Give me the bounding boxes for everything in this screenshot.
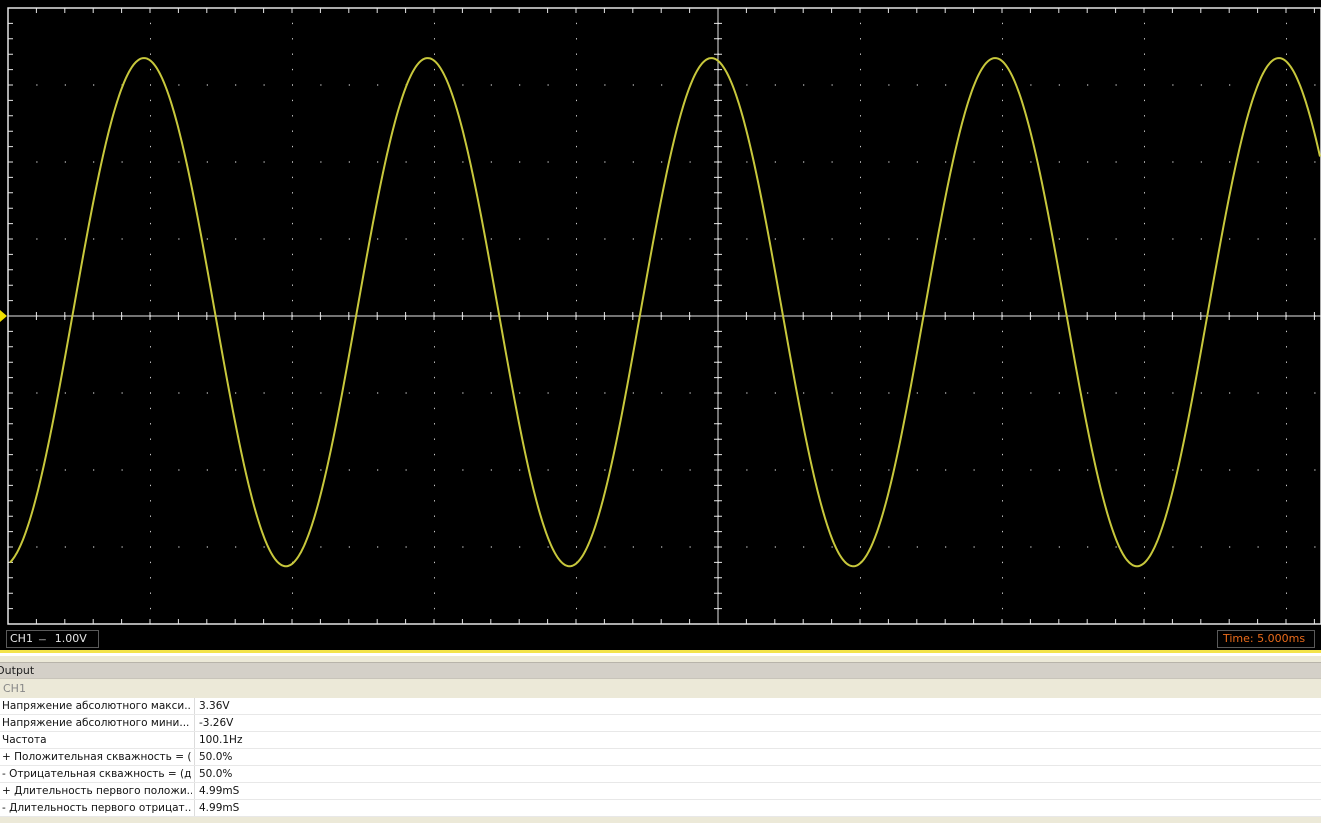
timebase-badge[interactable]: Time: 5.000ms <box>1217 630 1315 648</box>
measurement-row[interactable]: + Длительность первого положи... 4.99mS <box>0 783 1321 800</box>
measurement-value: 50.0% <box>199 768 233 780</box>
oscilloscope-display[interactable] <box>0 0 1321 628</box>
column-separator <box>194 698 195 714</box>
measurement-value: -3.26V <box>199 717 234 729</box>
timebase-label: Time: 5.000ms <box>1223 632 1306 645</box>
measurement-row[interactable]: + Положительная скважность = (... 50.0% <box>0 749 1321 766</box>
channel-group-row[interactable]: CH1 <box>0 679 1321 698</box>
channel-scale-badge[interactable]: CH1 --- 1.00V <box>6 630 99 648</box>
column-separator <box>194 800 195 816</box>
measurement-name: + Длительность первого положи... <box>2 785 192 797</box>
channel-group-label: CH1 <box>3 682 26 695</box>
output-panel-header: Output <box>0 662 1321 679</box>
measurement-name: - Отрицательная скважность = (д... <box>2 768 192 780</box>
dc-coupling-icon: --- <box>38 635 46 645</box>
measurement-value: 4.99mS <box>199 802 240 814</box>
measurement-row[interactable]: Напряжение абсолютного мини... -3.26V <box>0 715 1321 732</box>
column-separator <box>194 766 195 782</box>
measurement-name: Напряжение абсолютного макси... <box>2 700 192 712</box>
measurement-name: - Длительность первого отрицат... <box>2 802 192 814</box>
column-separator <box>194 715 195 731</box>
measurement-row[interactable]: - Отрицательная скважность = (д... 50.0% <box>0 766 1321 783</box>
measurement-name: Частота <box>2 734 47 746</box>
measurements-table: Напряжение абсолютного макси... 3.36V Напр… <box>0 698 1321 817</box>
status-bar: CH1 --- 1.00V Time: 5.000ms <box>0 628 1321 650</box>
measurement-name: + Положительная скважность = (... <box>2 751 192 763</box>
measurement-value: 3.36V <box>199 700 230 712</box>
column-separator <box>194 732 195 748</box>
measurement-row[interactable]: - Длительность первого отрицат... 4.99mS <box>0 800 1321 817</box>
channel-label: CH1 <box>10 632 33 645</box>
measurement-name: Напряжение абсолютного мини... <box>2 717 190 729</box>
measurement-value: 100.1Hz <box>199 734 243 746</box>
volts-per-div: 1.00V <box>54 632 87 645</box>
measurement-row[interactable]: Частота 100.1Hz <box>0 732 1321 749</box>
measurement-value: 50.0% <box>199 751 233 763</box>
column-separator <box>194 749 195 765</box>
grid-dots <box>36 22 1316 625</box>
waveform-plot[interactable] <box>0 0 1321 628</box>
output-panel-title: Output <box>0 664 35 677</box>
column-separator <box>194 783 195 799</box>
measurement-row[interactable]: Напряжение абсолютного макси... 3.36V <box>0 698 1321 715</box>
channel-ground-marker <box>0 310 7 322</box>
measurement-value: 4.99mS <box>199 785 240 797</box>
